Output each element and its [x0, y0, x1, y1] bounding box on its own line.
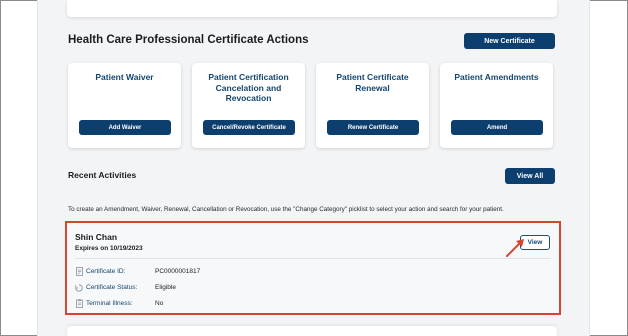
detail-value: Eligible: [155, 284, 176, 291]
amend-button[interactable]: Amend: [451, 120, 543, 135]
add-waiver-button[interactable]: Add Waiver: [79, 120, 171, 135]
pointer-arrow-icon: [506, 239, 524, 257]
card-title: Patient Certificate Renewal: [336, 72, 409, 93]
section-title: Health Care Professional Certificate Act…: [68, 34, 309, 46]
detail-label: Certificate ID:: [86, 268, 126, 275]
clipboard-icon: [75, 299, 83, 308]
card-title: Patient Certification Cancelation and Re…: [208, 72, 289, 103]
expiration-date: Expires on 10/19/2023: [75, 245, 143, 252]
activity-item: Shin Chan Expires on 10/19/2023 View Cer…: [65, 221, 561, 315]
cancel-revoke-button[interactable]: Cancel/Revoke Certificate: [203, 120, 295, 135]
bottom-card: [67, 326, 557, 336]
card-title: Patient Waiver: [95, 72, 154, 82]
card-title: Patient Amendments: [454, 72, 539, 82]
top-card: [67, 0, 557, 17]
detail-value: PC0000001817: [155, 268, 201, 275]
detail-label: Terminal Illness:: [86, 300, 133, 307]
cancelation-revocation-card: Patient Certification Cancelation and Re…: [192, 63, 305, 148]
certificate-renewal-card: Patient Certificate Renewal Renew Certif…: [316, 63, 429, 148]
new-certificate-button[interactable]: New Certificate: [464, 33, 555, 49]
patient-waiver-card: Patient Waiver Add Waiver: [68, 63, 181, 148]
status-icon: [75, 283, 83, 292]
divider: [75, 258, 551, 259]
detail-value: No: [155, 300, 164, 307]
patient-amendments-card: Patient Amendments Amend: [440, 63, 553, 148]
renew-certificate-button[interactable]: Renew Certificate: [327, 120, 419, 135]
document-icon: [75, 267, 83, 276]
patient-name: Shin Chan: [75, 232, 118, 242]
view-all-button[interactable]: View All: [505, 168, 555, 184]
detail-label: Certificate Status:: [86, 284, 138, 291]
recent-activities-title: Recent Activities: [68, 170, 137, 180]
instructions-text: To create an Amendment, Waiver, Renewal,…: [68, 206, 504, 213]
